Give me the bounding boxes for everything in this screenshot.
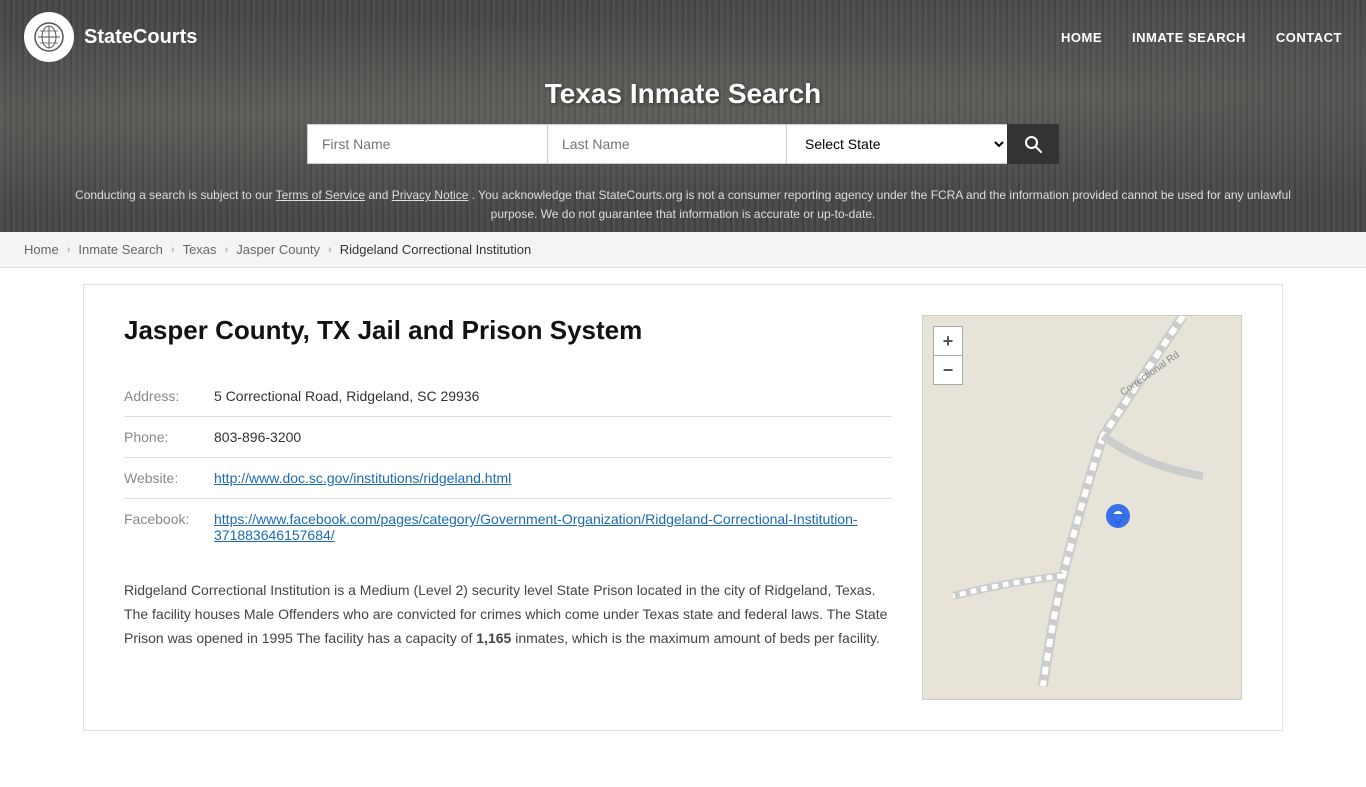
map-controls: + − [933, 326, 963, 385]
breadcrumb-current: Ridgeland Correctional Institution [340, 242, 532, 257]
breadcrumb-sep-3: › [225, 244, 229, 256]
map-svg: Correctional Rd [923, 316, 1242, 696]
description: Ridgeland Correctional Institution is a … [124, 579, 892, 650]
phone-label: Phone: [124, 417, 214, 458]
address-value: 5 Correctional Road, Ridgeland, SC 29936 [214, 376, 892, 417]
facebook-label: Facebook: [124, 499, 214, 556]
breadcrumb-sep-2: › [171, 244, 175, 256]
privacy-link[interactable]: Privacy Notice [392, 188, 469, 202]
website-label: Website: [124, 458, 214, 499]
state-select[interactable]: Select State Alabama Alaska Arizona Texa… [787, 124, 1007, 164]
facebook-link[interactable]: https://www.facebook.com/pages/category/… [214, 511, 858, 543]
breadcrumb-sep-1: › [67, 244, 71, 256]
disclaimer: Conducting a search is subject to our Te… [0, 178, 1366, 232]
terms-link[interactable]: Terms of Service [276, 188, 365, 202]
map-container: Correctional Rd + − [922, 315, 1242, 700]
breadcrumb-inmate-search[interactable]: Inmate Search [78, 242, 163, 257]
website-row: Website: http://www.doc.sc.gov/instituti… [124, 458, 892, 499]
logo-text: StateCourts [84, 26, 197, 49]
search-icon [1023, 134, 1043, 154]
nav-home[interactable]: HOME [1061, 30, 1102, 45]
page-title: Texas Inmate Search [0, 78, 1366, 110]
phone-row: Phone: 803-896-3200 [124, 417, 892, 458]
content-wrapper: Jasper County, TX Jail and Prison System… [83, 284, 1283, 731]
header-title-area: Texas Inmate Search [0, 78, 1366, 110]
nav-links: HOME INMATE SEARCH CONTACT [1061, 30, 1342, 45]
info-table: Address: 5 Correctional Road, Ridgeland,… [124, 376, 892, 555]
facebook-row: Facebook: https://www.facebook.com/pages… [124, 499, 892, 556]
last-name-input[interactable] [547, 124, 787, 164]
nav-inmate-search[interactable]: INMATE SEARCH [1132, 30, 1246, 45]
map-zoom-out[interactable]: − [934, 356, 962, 384]
first-name-input[interactable] [307, 124, 547, 164]
breadcrumb: Home › Inmate Search › Texas › Jasper Co… [0, 232, 1366, 268]
address-row: Address: 5 Correctional Road, Ridgeland,… [124, 376, 892, 417]
map-zoom-in[interactable]: + [934, 327, 962, 355]
nav-contact[interactable]: CONTACT [1276, 30, 1342, 45]
logo[interactable]: StateCourts [24, 12, 197, 62]
breadcrumb-county[interactable]: Jasper County [236, 242, 320, 257]
address-label: Address: [124, 376, 214, 417]
search-bar: Select State Alabama Alaska Arizona Texa… [307, 124, 1059, 164]
breadcrumb-sep-4: › [328, 244, 332, 256]
breadcrumb-state[interactable]: Texas [183, 242, 217, 257]
search-button[interactable] [1007, 124, 1059, 164]
phone-value: 803-896-3200 [214, 417, 892, 458]
website-link[interactable]: http://www.doc.sc.gov/institutions/ridge… [214, 470, 511, 486]
breadcrumb-home[interactable]: Home [24, 242, 59, 257]
content-left: Jasper County, TX Jail and Prison System… [124, 315, 892, 700]
facebook-value: https://www.facebook.com/pages/category/… [214, 499, 892, 556]
website-value: http://www.doc.sc.gov/institutions/ridge… [214, 458, 892, 499]
institution-heading: Jasper County, TX Jail and Prison System [124, 315, 892, 346]
capacity: 1,165 [476, 630, 511, 646]
logo-icon [24, 12, 74, 62]
